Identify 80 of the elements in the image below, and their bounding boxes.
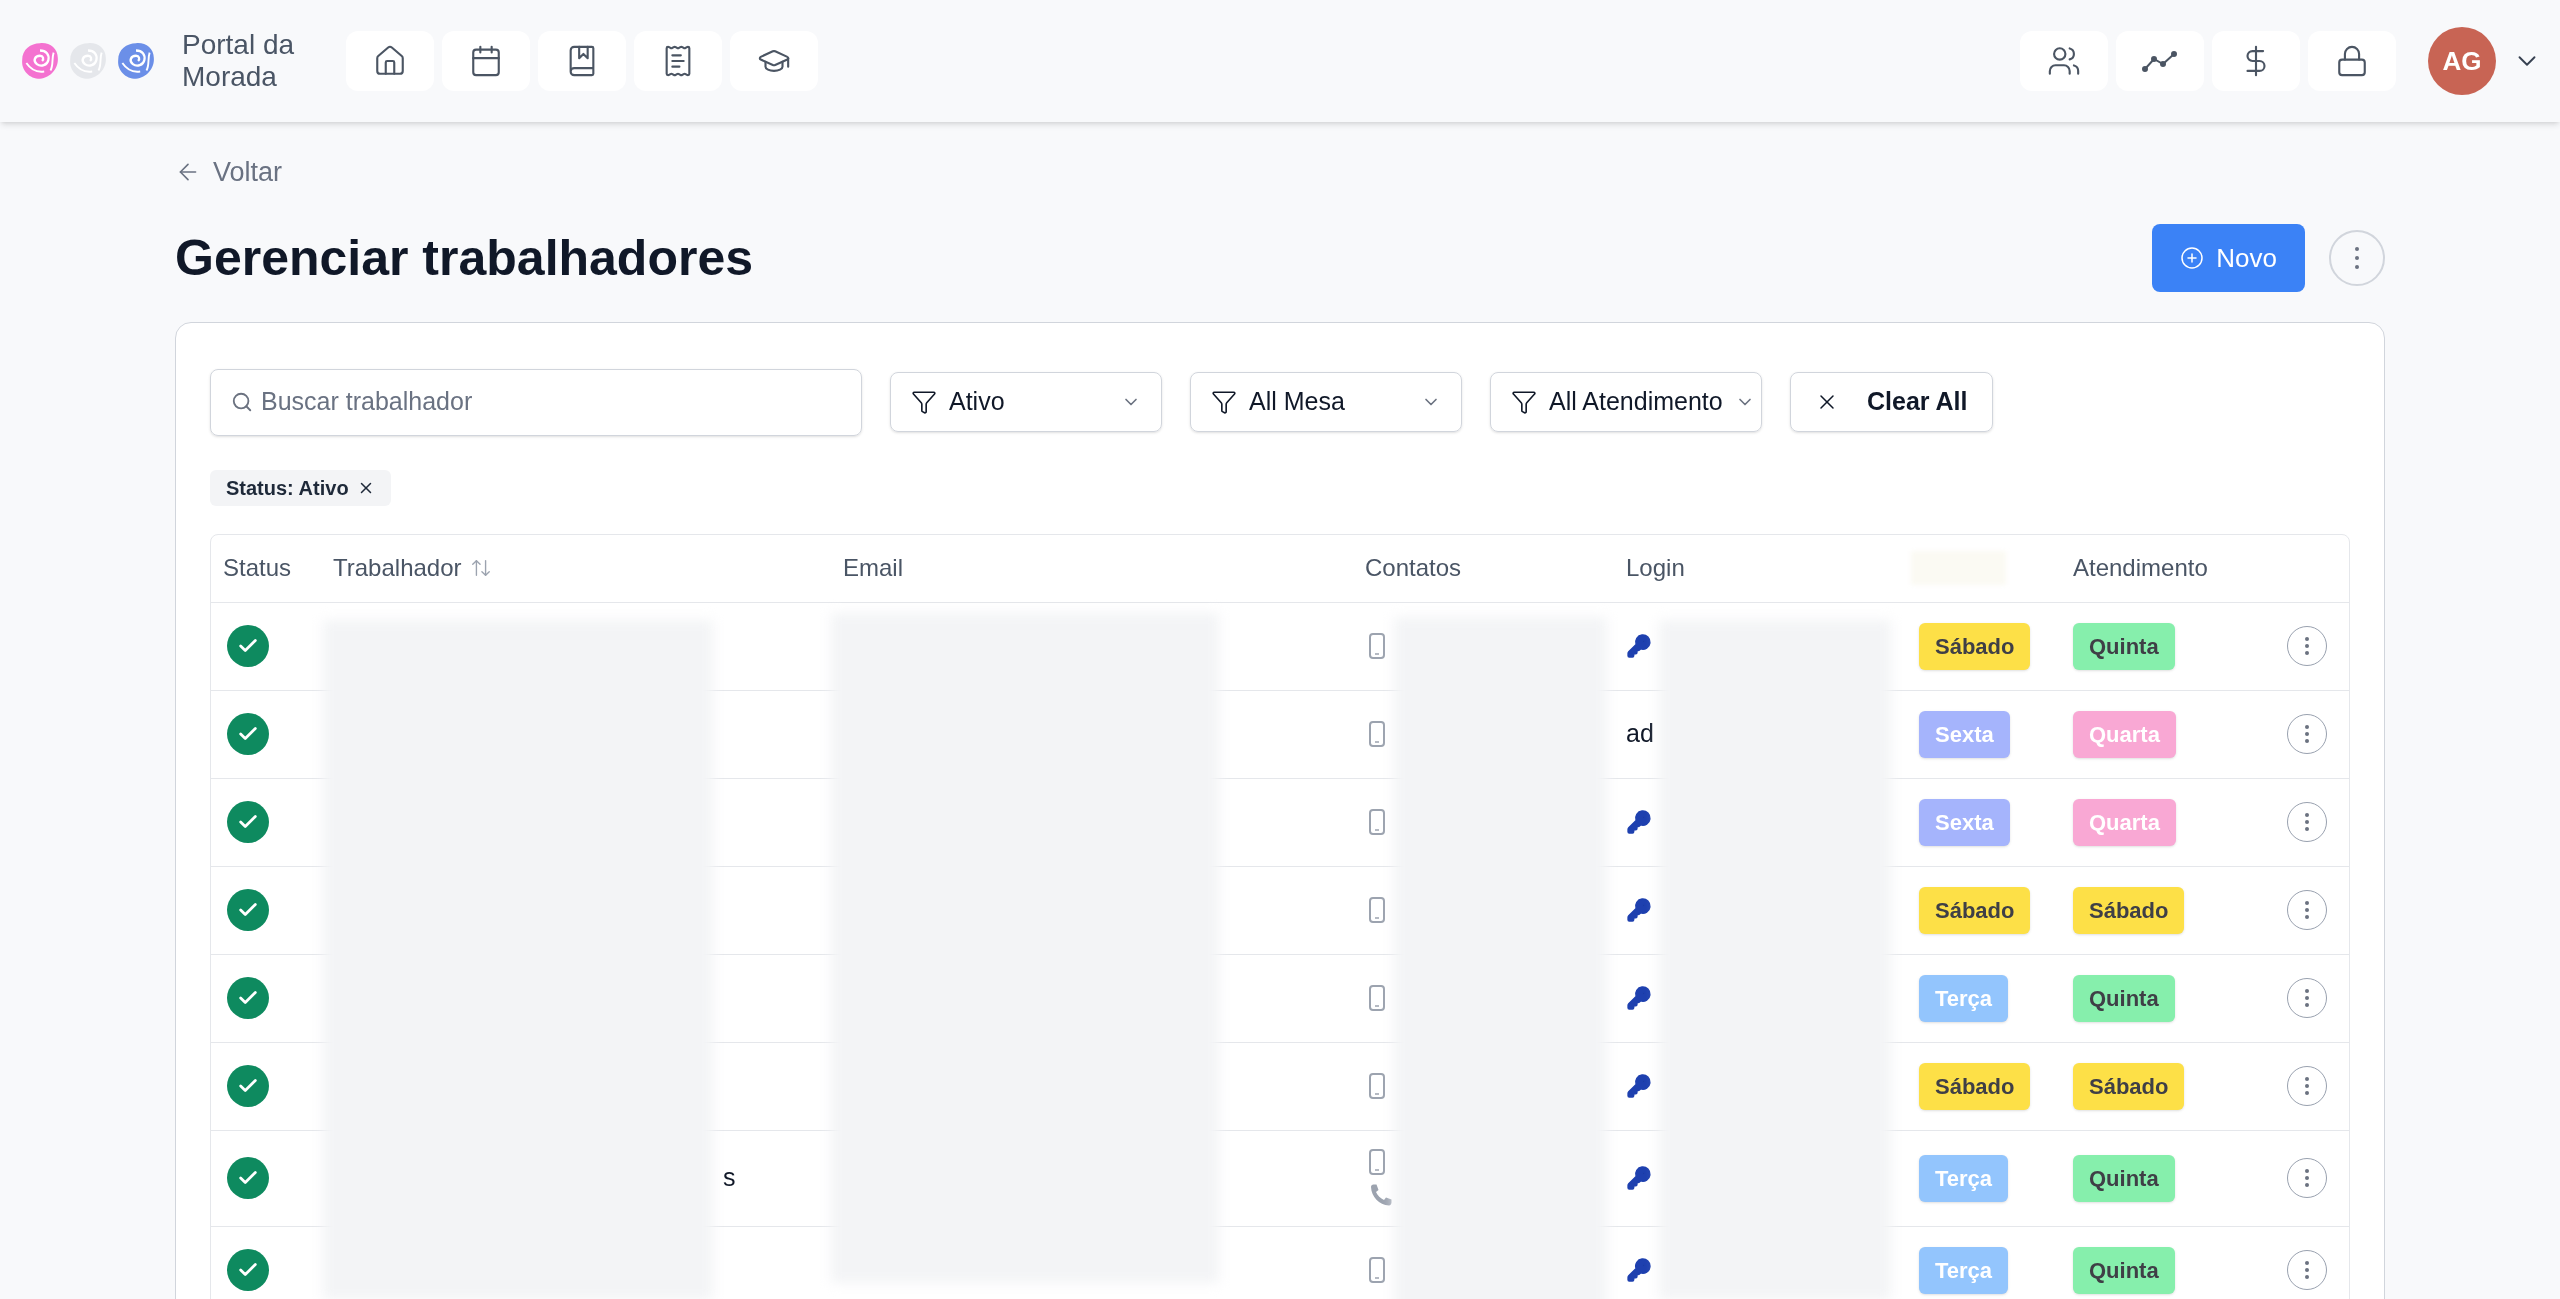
column-header: Login: [1625, 553, 1685, 583]
more-vertical-icon: [2304, 1168, 2310, 1188]
mobile-phone-icon: [1369, 809, 1385, 835]
more-vertical-icon: [2304, 812, 2310, 832]
day-tag: Sábado: [1919, 1062, 2031, 1110]
clear-all-button[interactable]: Clear All: [1790, 372, 1993, 432]
filter-dropdown[interactable]: All Atendimento: [1490, 372, 1762, 432]
app-title: Portal da Morada: [182, 29, 296, 93]
users-icon: [2047, 44, 2081, 78]
receipt-button[interactable]: [634, 31, 722, 91]
column-header: Email: [842, 553, 903, 583]
plus-circle-icon: [2180, 246, 2205, 270]
key-icon: [1626, 633, 1652, 659]
graduation-button[interactable]: [730, 31, 818, 91]
calendar-button[interactable]: [442, 31, 530, 91]
key-icon: [1626, 1073, 1652, 1099]
key-icon: [1626, 809, 1652, 835]
filter-icon: [1511, 389, 1537, 415]
day-tag: Sexta: [1919, 710, 2010, 758]
day-tag: Sábado: [2073, 886, 2185, 934]
phone-icon: [1369, 1183, 1393, 1207]
column-header: Contatos: [1364, 553, 1462, 583]
day-tag: Terça: [1919, 1154, 2009, 1202]
day-tag: Sábado: [2073, 1062, 2185, 1110]
day-tag: Terça: [1919, 974, 2009, 1022]
day-tag: Sábado: [1919, 622, 2031, 670]
mobile-phone-icon: [1369, 1149, 1385, 1175]
line-chart-icon: [2142, 49, 2178, 73]
key-icon: [1626, 897, 1652, 923]
more-vertical-icon: [2304, 1260, 2310, 1280]
search-field[interactable]: Buscar trabalhador: [210, 368, 862, 436]
worker-name: s: [723, 1163, 736, 1192]
more-vertical-icon: [2354, 246, 2360, 270]
day-tag: Sexta: [1919, 798, 2010, 846]
day-tag: Quarta: [2073, 710, 2176, 758]
mobile-phone-icon: [1369, 721, 1385, 747]
day-tag: Sábado: [1919, 886, 2031, 934]
calendar-icon: [469, 44, 503, 78]
search-icon: [231, 391, 253, 413]
lock-icon: [2335, 44, 2369, 78]
day-tag: Quinta: [2073, 622, 2175, 670]
day-tag: Terça: [1919, 1246, 2009, 1294]
more-vertical-icon: [2304, 636, 2310, 656]
filter-chip: Status: Ativo: [210, 469, 391, 506]
dollar-button[interactable]: [2212, 31, 2300, 91]
mobile-phone-icon: [1369, 633, 1385, 659]
more-vertical-icon: [2304, 724, 2310, 744]
search-input[interactable]: Buscar trabalhador: [261, 383, 841, 421]
users-button[interactable]: [2020, 31, 2108, 91]
more-vertical-icon: [2304, 988, 2310, 1008]
mobile-phone-icon: [1369, 1257, 1385, 1283]
column-header: Atendimento: [2072, 553, 2208, 583]
filter-icon: [1211, 389, 1237, 415]
day-tag: Quinta: [2073, 1246, 2175, 1294]
chart-button[interactable]: [2116, 31, 2204, 91]
mobile-phone-icon: [1369, 985, 1385, 1011]
bookmark-button[interactable]: [538, 31, 626, 91]
home-icon: [373, 44, 407, 78]
filter-icon: [911, 389, 937, 415]
mobile-phone-icon: [1369, 897, 1385, 923]
column-header[interactable]: Trabalhador: [333, 550, 462, 586]
new-button[interactable]: Novo: [2152, 224, 2305, 292]
day-tag: Quarta: [2073, 798, 2176, 846]
more-vertical-icon: [2304, 900, 2310, 920]
day-tag: Quinta: [2073, 974, 2175, 1022]
key-icon: [1626, 1165, 1652, 1191]
login-text: ad: [1626, 719, 1654, 748]
day-tag: Quinta: [2073, 1154, 2175, 1202]
lock-button[interactable]: [2308, 31, 2396, 91]
page-title: Gerenciar trabalhadores: [175, 228, 754, 288]
key-icon: [1626, 985, 1652, 1011]
user-avatar[interactable]: AG: [2428, 27, 2496, 95]
filter-dropdown[interactable]: All Mesa: [1190, 372, 1462, 432]
home-button[interactable]: [346, 31, 434, 91]
mobile-phone-icon: [1369, 1073, 1385, 1099]
back-link[interactable]: Voltar: [175, 152, 283, 193]
key-icon: [1626, 1257, 1652, 1283]
column-header: Status: [222, 553, 292, 583]
more-vertical-icon: [2304, 1076, 2310, 1096]
filter-dropdown[interactable]: Ativo: [890, 372, 1162, 432]
